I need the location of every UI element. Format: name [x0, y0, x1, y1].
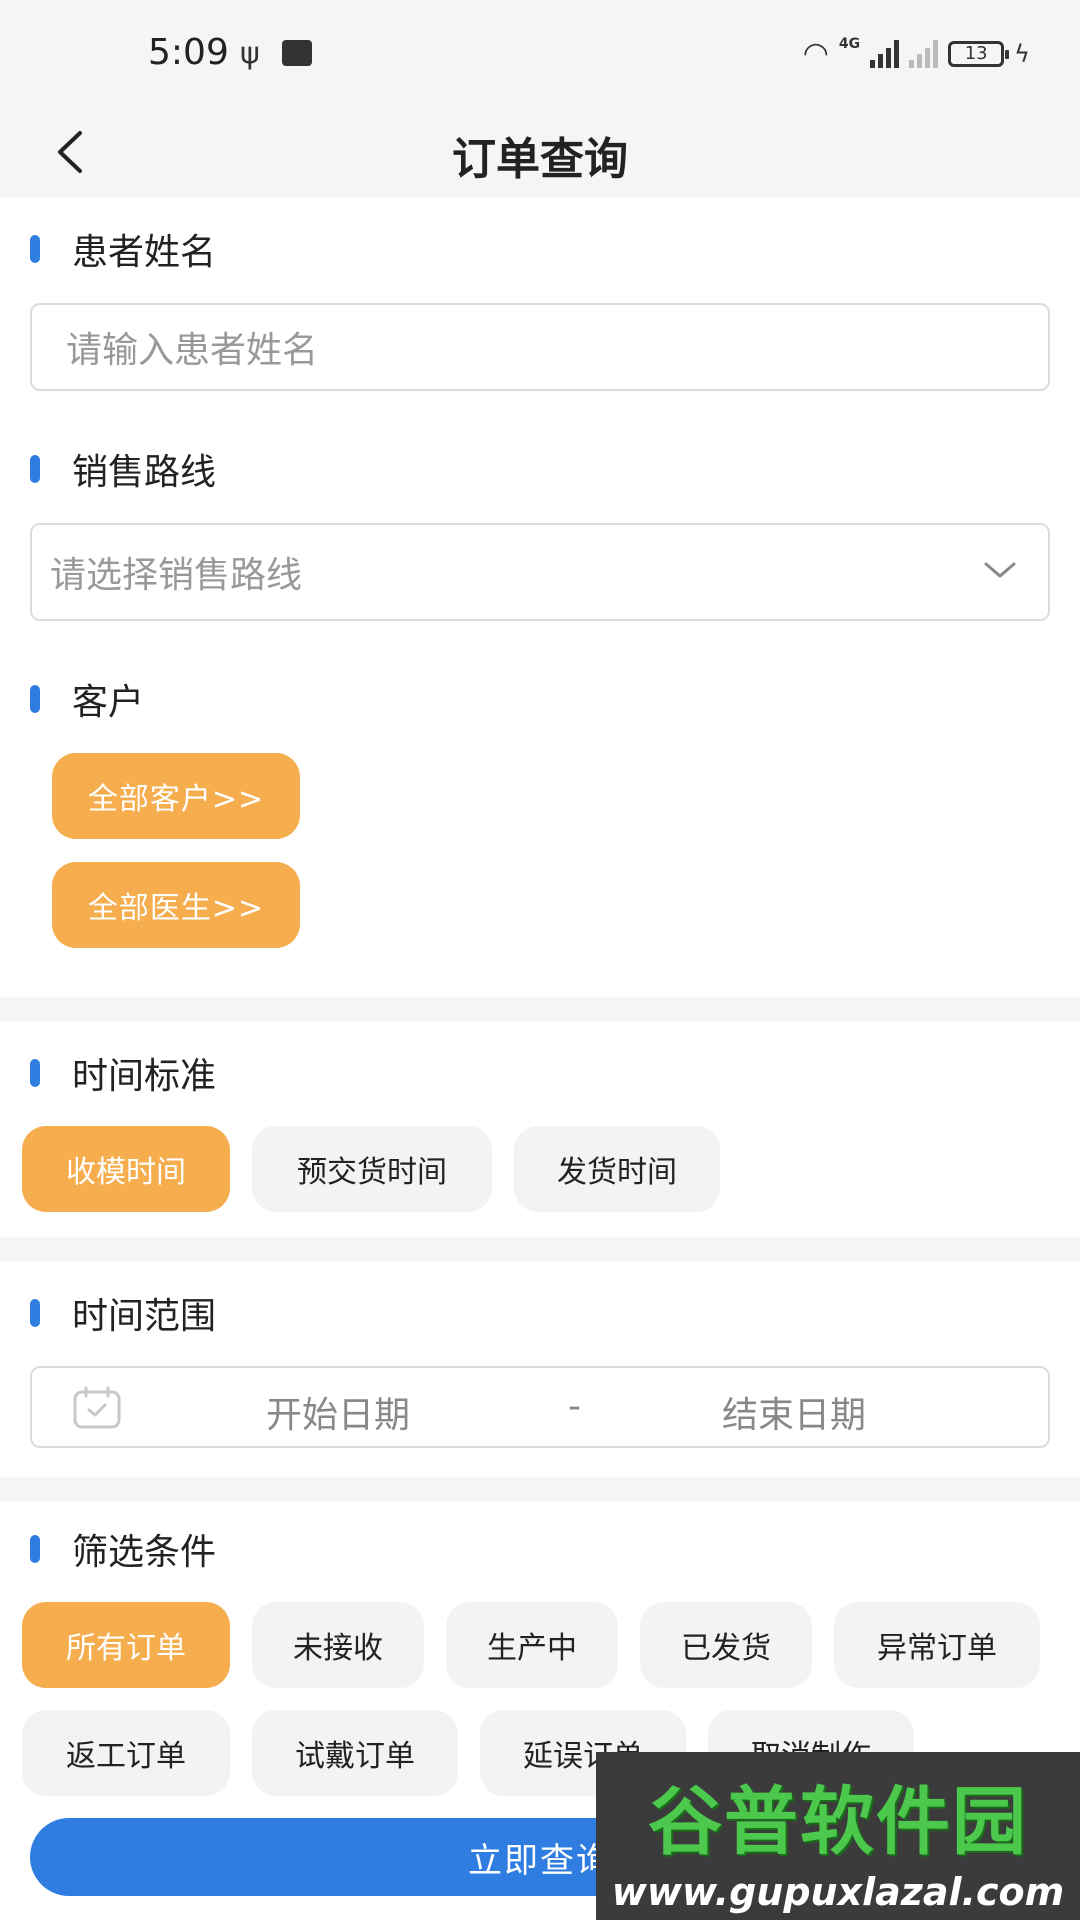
time-standard-section-title: 时间标准 — [30, 1051, 216, 1097]
date-range-picker[interactable]: 开始日期 - 结束日期 — [30, 1366, 1050, 1448]
chip-trial-orders[interactable]: 试戴订单 — [252, 1710, 458, 1796]
chip-not-received[interactable]: 未接收 — [252, 1602, 424, 1688]
chip-receive-mold-time[interactable]: 收模时间 — [22, 1126, 230, 1212]
section-marker — [30, 455, 40, 483]
section-marker — [30, 685, 40, 713]
nav-bar: 订单查询 — [0, 105, 1080, 197]
start-date-field[interactable]: 开始日期 — [266, 1386, 410, 1438]
sales-route-placeholder: 请选择销售路线 — [50, 555, 303, 596]
charging-icon: ϟ — [1014, 39, 1030, 68]
usb-icon: ψ — [240, 36, 260, 71]
filter-section-title: 筛选条件 — [30, 1527, 216, 1573]
section-marker — [30, 1299, 40, 1327]
time-range-label: 时间范围 — [72, 1296, 217, 1337]
chip-ship-time[interactable]: 发货时间 — [514, 1126, 720, 1212]
end-date-field[interactable]: 结束日期 — [722, 1386, 866, 1438]
all-customers-button[interactable]: 全部客户>> — [52, 753, 300, 839]
status-time: 5:09 — [148, 32, 229, 73]
battery-icon: 13 — [948, 40, 1010, 67]
chip-all-orders[interactable]: 所有订单 — [22, 1602, 230, 1688]
calendar-icon — [73, 1386, 121, 1429]
sales-route-select[interactable]: 请选择销售路线 — [30, 523, 1050, 621]
network-type: 4G — [838, 36, 861, 52]
patient-name-placeholder: 请输入患者姓名 — [66, 330, 319, 371]
chip-abnormal-orders[interactable]: 异常订单 — [834, 1602, 1040, 1688]
section-marker — [30, 235, 40, 263]
status-indicators: ◠ 4G 13 ϟ — [803, 36, 1030, 71]
all-doctors-button[interactable]: 全部医生>> — [52, 862, 300, 948]
battery-level: 13 — [964, 42, 988, 64]
section-marker — [30, 1059, 40, 1087]
chip-in-production[interactable]: 生产中 — [446, 1602, 618, 1688]
filter-label: 筛选条件 — [72, 1532, 217, 1573]
status-bar: 5:09 ψ ◠ 4G 13 ϟ — [0, 0, 1080, 105]
time-range-section-title: 时间范围 — [30, 1291, 216, 1337]
patient-name-input[interactable]: 请输入患者姓名 — [30, 303, 1050, 391]
date-separator: - — [568, 1386, 581, 1427]
watermark-logo: 谷普软件园 — [648, 1779, 1028, 1865]
time-standard-chips: 收模时间 预交货时间 发货时间 — [22, 1126, 1062, 1212]
chip-rework-orders[interactable]: 返工订单 — [22, 1710, 230, 1796]
chip-expected-delivery-time[interactable]: 预交货时间 — [252, 1126, 492, 1212]
watermark: 谷普软件园 www.gupuxlazal.com — [596, 1752, 1080, 1920]
watermark-url: www.gupuxlazal.com — [611, 1870, 1065, 1914]
signal-icon — [870, 39, 900, 68]
chip-shipped[interactable]: 已发货 — [640, 1602, 812, 1688]
patient-section-title: 患者姓名 — [30, 227, 216, 273]
sales-route-label: 销售路线 — [72, 452, 217, 493]
app-notification-icon — [282, 40, 312, 66]
patient-label: 患者姓名 — [72, 232, 217, 273]
time-standard-label: 时间标准 — [72, 1056, 217, 1097]
signal-secondary-icon — [909, 39, 939, 68]
customer-label: 客户 — [72, 682, 145, 723]
customer-section-title: 客户 — [30, 677, 144, 723]
sales-route-section-title: 销售路线 — [30, 447, 216, 493]
page-title: 订单查询 — [452, 134, 628, 185]
section-marker — [30, 1535, 40, 1563]
chevron-down-icon — [984, 562, 1016, 578]
wifi-icon: ◠ — [802, 36, 829, 71]
